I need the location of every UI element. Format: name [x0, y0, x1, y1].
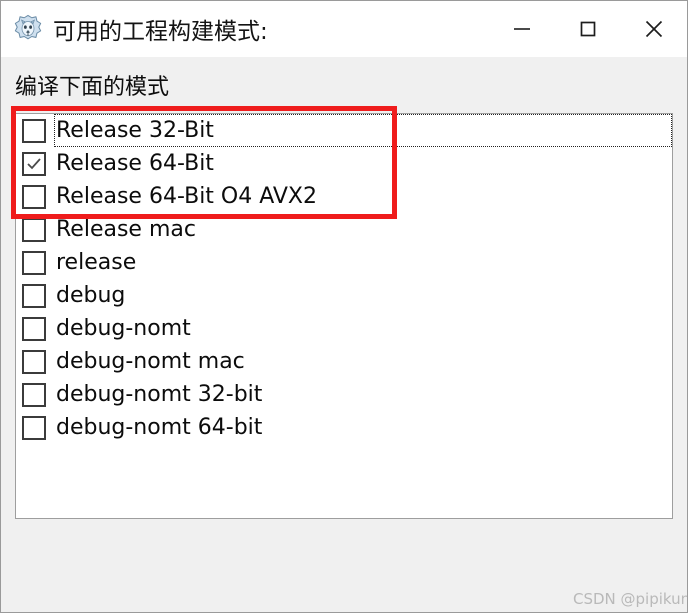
caption-button-group	[489, 1, 687, 57]
list-item[interactable]: Release 64-Bit	[16, 147, 672, 180]
checkbox-unchecked-icon[interactable]	[22, 217, 46, 242]
checkbox-unchecked-icon[interactable]	[22, 283, 46, 308]
checkbox-unchecked-icon[interactable]	[22, 250, 46, 275]
app-emblem-icon	[14, 14, 42, 40]
list-item[interactable]: debug-nomt	[16, 312, 672, 345]
checkbox-unchecked-icon[interactable]	[22, 316, 46, 341]
list-item[interactable]: Release 32-Bit	[16, 114, 672, 147]
build-modes-dialog: 可用的工程构建模式: 编译下面的模式 Release 32-Bit Releas…	[0, 0, 688, 613]
checkbox-unchecked-icon[interactable]	[22, 349, 46, 374]
list-item-label: debug	[56, 282, 126, 308]
list-item-label: Release 64-Bit	[56, 150, 214, 176]
checkbox-unchecked-icon[interactable]	[22, 184, 46, 209]
list-item[interactable]: debug-nomt 32-bit	[16, 378, 672, 411]
dialog-body: 编译下面的模式 Release 32-Bit Release 64-Bit Rele…	[1, 57, 687, 612]
list-item-label: release	[56, 249, 137, 275]
build-modes-list[interactable]: Release 32-Bit Release 64-Bit Release 64-B…	[15, 113, 673, 519]
checkbox-unchecked-icon[interactable]	[22, 118, 46, 143]
list-item-label: Release 64-Bit O4 AVX2	[56, 183, 317, 209]
list-item-label: debug-nomt 64-bit	[56, 414, 263, 440]
window-title: 可用的工程构建模式:	[53, 19, 268, 45]
minimize-button[interactable]	[489, 1, 555, 57]
list-item[interactable]: debug-nomt mac	[16, 345, 672, 378]
close-button[interactable]	[621, 1, 687, 57]
checkbox-unchecked-icon[interactable]	[22, 415, 46, 440]
checkbox-checked-icon[interactable]	[22, 151, 46, 176]
title-bar: 可用的工程构建模式:	[1, 1, 687, 57]
minimize-icon	[514, 28, 530, 30]
list-item-label: Release mac	[56, 216, 196, 242]
list-item-label: debug-nomt 32-bit	[56, 381, 263, 407]
list-item[interactable]: debug-nomt 64-bit	[16, 411, 672, 444]
list-item[interactable]: Release 64-Bit O4 AVX2	[16, 180, 672, 213]
list-item-label: debug-nomt	[56, 315, 191, 341]
watermark: CSDN @pipikun	[573, 590, 688, 608]
list-item[interactable]: Release mac	[16, 213, 672, 246]
list-item-label: Release 32-Bit	[56, 117, 214, 143]
checkbox-unchecked-icon[interactable]	[22, 382, 46, 407]
maximize-icon	[580, 21, 596, 37]
list-item[interactable]: release	[16, 246, 672, 279]
close-icon	[645, 20, 663, 38]
section-label: 编译下面的模式	[15, 75, 170, 100]
maximize-button[interactable]	[555, 1, 621, 57]
list-item-label: debug-nomt mac	[56, 348, 245, 374]
list-item[interactable]: debug	[16, 279, 672, 312]
